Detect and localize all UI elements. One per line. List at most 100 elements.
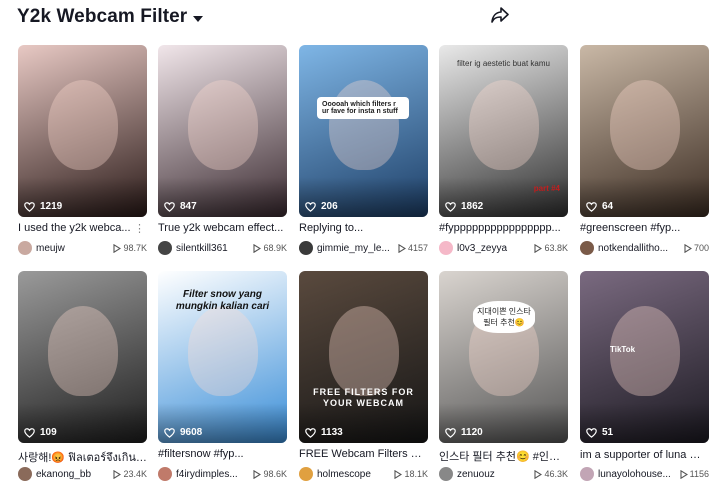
avatar[interactable] [158, 241, 172, 255]
video-thumbnail[interactable]: 64 [580, 45, 709, 217]
video-meta: zenuouz 46.3K [439, 467, 568, 481]
video-thumbnail[interactable]: 지대이쁜 인스타 필터 추천😊 1120 [439, 271, 568, 443]
video-caption[interactable]: I used the y2k webca... [18, 222, 134, 234]
view-count: 1156 [680, 469, 709, 479]
avatar[interactable] [158, 467, 172, 481]
video-meta: holmescope 18.1K [299, 467, 428, 481]
video-meta: lunayolohouse... 1156 [580, 467, 709, 481]
heart-icon [445, 427, 456, 438]
avatar[interactable] [580, 241, 594, 255]
like-count: 206 [305, 201, 338, 212]
video-thumbnail[interactable]: 847 [158, 45, 287, 217]
thumbnail-subject [48, 80, 118, 170]
video-caption[interactable]: 사랑해!😡 ฟิลเตอร์จึงเกินไ... [18, 448, 147, 466]
heart-icon [24, 201, 35, 212]
like-count: 1862 [445, 201, 483, 212]
like-count-value: 9608 [180, 427, 203, 438]
video-meta: f4irydimples... 98.6K [158, 467, 287, 481]
like-count: 1120 [445, 427, 483, 438]
author-name[interactable]: l0v3_zeyya [457, 243, 530, 254]
view-count-value: 98.7K [123, 243, 147, 253]
view-count-value: 18.1K [404, 469, 428, 479]
author-name[interactable]: holmescope [317, 469, 390, 480]
video-caption[interactable]: #filtersnow #fyp... [158, 448, 287, 460]
heart-icon [164, 427, 175, 438]
video-thumbnail[interactable]: 1219 [18, 45, 147, 217]
like-count-value: 847 [180, 201, 197, 212]
thumbnail-subject [329, 306, 399, 396]
video-thumbnail[interactable]: FREE FILTERS FOR YOUR WEBCAM1133 [299, 271, 428, 443]
video-caption[interactable]: 인스타 필터 추천😊 #인스... [439, 448, 568, 464]
avatar[interactable] [18, 241, 32, 255]
author-name[interactable]: notkendallitho... [598, 243, 680, 254]
author-name[interactable]: silentkill361 [176, 243, 249, 254]
view-count-value: 700 [693, 243, 709, 253]
like-count-value: 51 [602, 427, 614, 438]
author-name[interactable]: gimmie_my_le... [317, 243, 394, 254]
like-count-value: 206 [321, 201, 338, 212]
heart-icon [305, 201, 316, 212]
like-count: 1133 [305, 427, 343, 438]
view-count: 700 [684, 243, 709, 253]
thumbnail-overlay-text: Ooooah which filters r ur fave for insta… [317, 97, 409, 119]
video-thumbnail[interactable]: Ooooah which filters r ur fave for insta… [299, 45, 428, 217]
author-name[interactable]: meujw [36, 243, 109, 254]
view-count-value: 23.4K [123, 469, 147, 479]
heart-icon [24, 427, 35, 438]
like-count: 1219 [24, 201, 62, 212]
avatar[interactable] [18, 467, 32, 481]
like-count: 64 [586, 201, 613, 212]
thumbnail-subject [188, 80, 258, 170]
thumbnail-subject [188, 306, 258, 396]
more-options-icon[interactable]: ⋮ [134, 222, 145, 235]
author-name[interactable]: ekanong_bb [36, 469, 109, 480]
video-caption[interactable]: im a supporter of luna 😊... [580, 448, 709, 461]
video-caption[interactable]: #fypppppppppppppppp... [439, 222, 568, 234]
view-count-value: 68.9K [263, 243, 287, 253]
avatar[interactable] [299, 467, 313, 481]
video-meta: ekanong_bb 23.4K [18, 467, 147, 481]
video-thumbnail[interactable]: TikTok 51 [580, 271, 709, 443]
video-meta: gimmie_my_le... 4157 [299, 241, 428, 255]
like-count: 847 [164, 201, 197, 212]
avatar[interactable] [580, 467, 594, 481]
chevron-down-icon[interactable] [193, 15, 204, 22]
avatar[interactable] [439, 467, 453, 481]
share-icon[interactable] [491, 7, 509, 23]
thumbnail-subject [329, 80, 399, 170]
author-name[interactable]: zenuouz [457, 469, 530, 480]
video-meta: silentkill361 68.9K [158, 241, 287, 255]
author-name[interactable]: lunayolohouse... [598, 469, 676, 480]
view-count: 18.1K [394, 469, 428, 479]
avatar[interactable] [299, 241, 313, 255]
play-icon [253, 243, 262, 253]
play-icon [113, 469, 122, 479]
play-icon [680, 469, 688, 479]
like-count-value: 64 [602, 201, 614, 212]
video-thumbnail[interactable]: 109 [18, 271, 147, 443]
video-thumbnail[interactable]: Filter snow yang mungkin kalian cari 9608 [158, 271, 287, 443]
play-icon [684, 243, 692, 253]
avatar[interactable] [439, 241, 453, 255]
heart-icon [164, 201, 175, 212]
play-icon [534, 469, 543, 479]
video-meta: meujw 98.7K [18, 241, 147, 255]
like-count: 9608 [164, 427, 202, 438]
like-count-value: 1133 [321, 427, 343, 438]
view-count: 63.8K [534, 243, 568, 253]
heart-icon [305, 427, 316, 438]
video-caption[interactable]: True y2k webcam effect... [158, 222, 287, 234]
video-caption[interactable]: #greenscreen #fyp... [580, 222, 709, 234]
view-count-value: 98.6K [263, 469, 287, 479]
play-icon [398, 243, 406, 253]
like-count: 51 [586, 427, 613, 438]
heart-icon [445, 201, 456, 212]
video-thumbnail[interactable]: filter ig aestetic buat kamupart #41862 [439, 45, 568, 217]
video-caption[interactable]: FREE Webcam Filters For... [299, 448, 428, 460]
page-header: Y2k Webcam Filter [17, 4, 204, 30]
video-caption[interactable]: Replying to... [299, 222, 428, 234]
thumbnail-subject [469, 80, 539, 170]
like-count-value: 1120 [461, 427, 483, 438]
author-name[interactable]: f4irydimples... [176, 469, 249, 480]
thumbnail-overlay-text: TikTok [610, 345, 636, 354]
